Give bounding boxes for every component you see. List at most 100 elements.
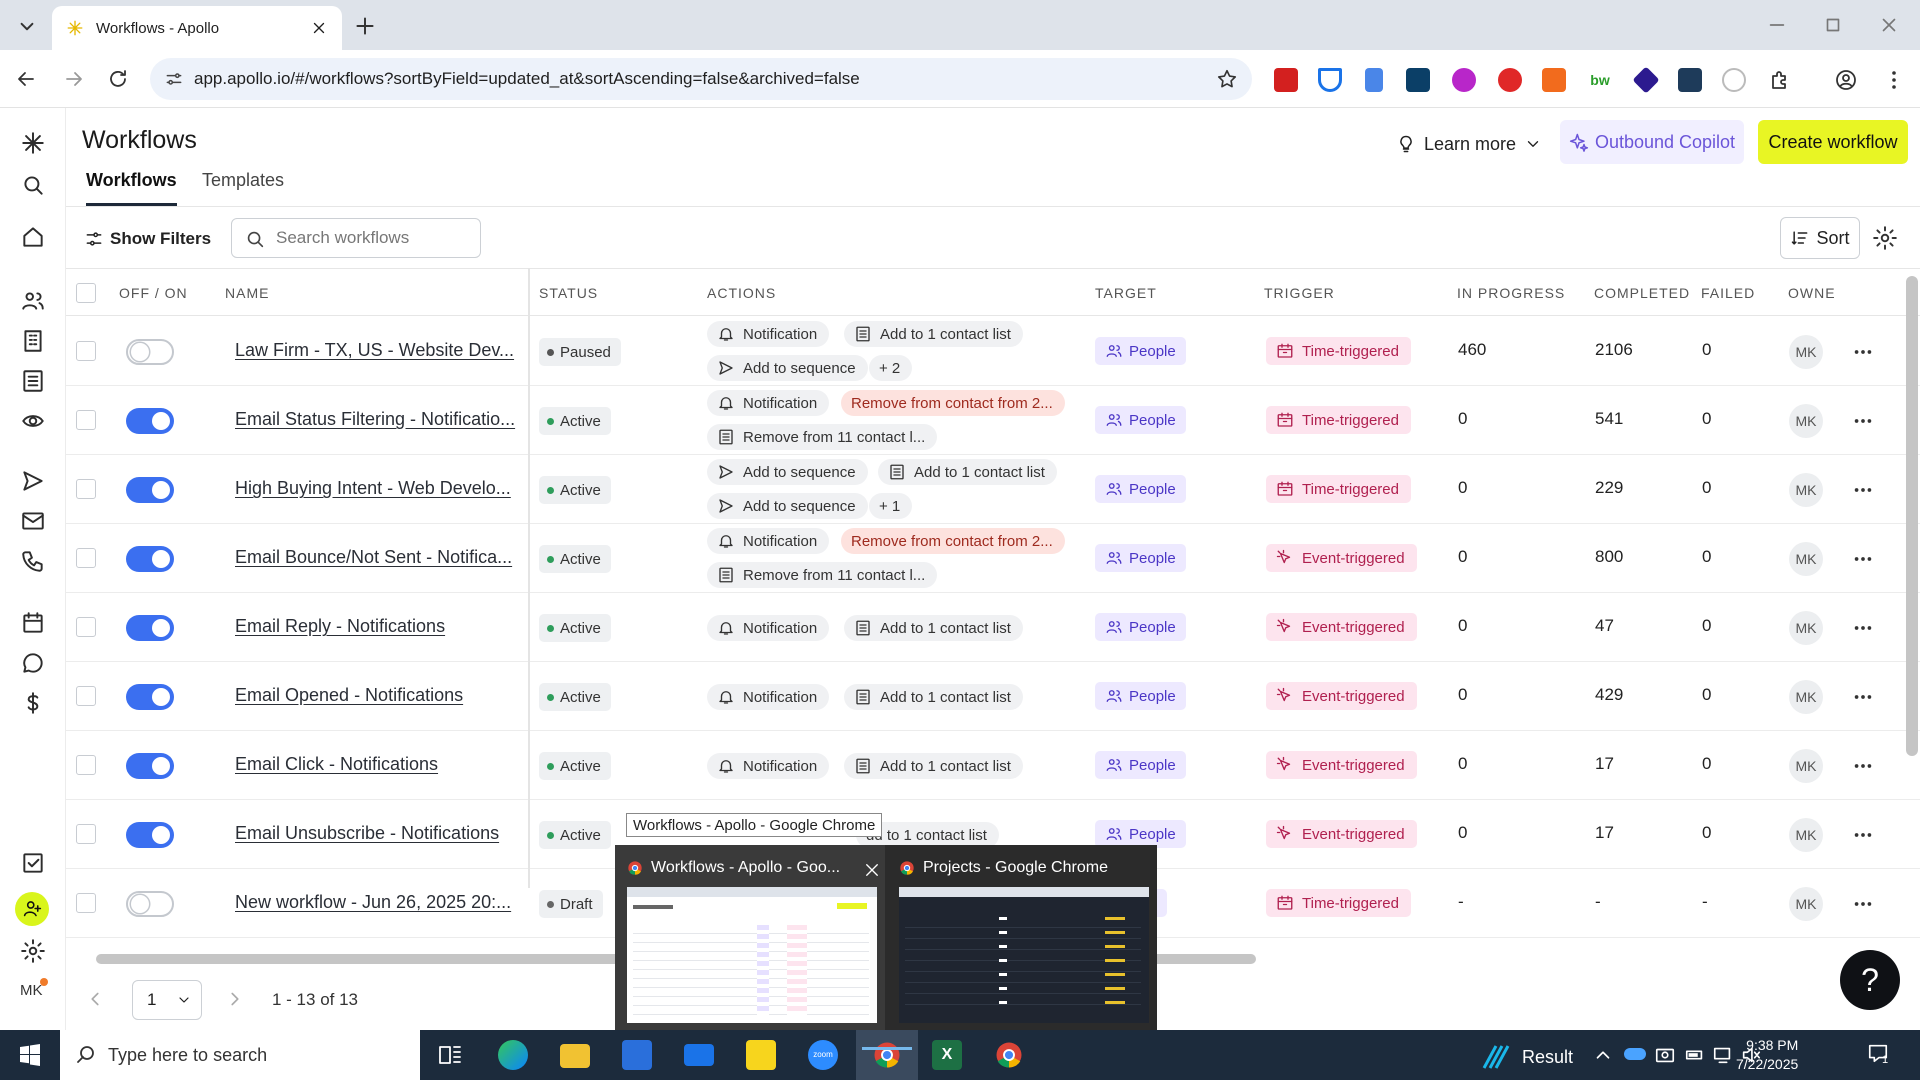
chrome-icon[interactable] <box>994 1040 1024 1070</box>
sort-button[interactable]: Sort <box>1780 217 1860 259</box>
more-options-icon[interactable] <box>1852 893 1874 915</box>
workflow-toggle[interactable] <box>126 615 174 641</box>
microsoft-store-icon[interactable] <box>622 1040 652 1070</box>
chevron-up-icon[interactable] <box>1592 1044 1614 1066</box>
table-row[interactable]: Email Opened - Notifications Active Notifi… <box>66 662 1920 731</box>
edge-icon[interactable] <box>498 1040 528 1070</box>
workflow-toggle[interactable] <box>126 684 174 710</box>
shield-extension-icon[interactable] <box>1318 68 1342 92</box>
bw-extension-icon[interactable]: bw <box>1588 68 1612 92</box>
row-checkbox[interactable] <box>76 548 96 568</box>
tab-workflows[interactable]: Workflows <box>86 170 177 206</box>
doc-extension-icon[interactable] <box>1365 68 1383 92</box>
email-icon[interactable] <box>20 508 46 534</box>
row-checkbox[interactable] <box>76 617 96 637</box>
workflow-name-link[interactable]: Email Opened - Notifications <box>235 685 463 706</box>
minimize-icon[interactable] <box>1766 14 1788 36</box>
workflow-name-link[interactable]: High Buying Intent - Web Develo... <box>235 478 511 499</box>
apollo-logo-icon[interactable] <box>20 130 46 156</box>
pdf-extension-icon[interactable] <box>1274 68 1298 92</box>
table-row[interactable]: Law Firm - TX, US - Website Dev... Paused… <box>66 317 1920 386</box>
more-options-icon[interactable] <box>1852 341 1874 363</box>
diamond-extension-icon[interactable] <box>1632 66 1660 94</box>
close-tab-icon[interactable] <box>310 19 328 37</box>
new-tab-icon[interactable] <box>352 13 378 39</box>
taskbar-search-input[interactable]: Type here to search <box>60 1030 420 1080</box>
clock[interactable]: 9:38 PM 7/22/2025 <box>1736 1036 1798 1074</box>
workflow-toggle[interactable] <box>126 891 174 917</box>
row-checkbox[interactable] <box>76 410 96 430</box>
back-icon[interactable] <box>14 67 38 91</box>
tasks-icon[interactable] <box>20 850 46 876</box>
pokeball-extension-icon[interactable] <box>1498 68 1522 92</box>
address-bar[interactable]: app.apollo.io/#/workflows?sortByField=up… <box>150 58 1252 100</box>
percent-extension-icon[interactable] <box>1542 68 1566 92</box>
circle-extension-icon[interactable] <box>1452 68 1476 92</box>
more-options-icon[interactable] <box>1852 824 1874 846</box>
sticky-notes-icon[interactable] <box>746 1040 776 1070</box>
forward-icon[interactable] <box>62 67 86 91</box>
create-workflow-button[interactable]: Create workflow <box>1758 120 1908 164</box>
file-explorer-icon[interactable] <box>560 1044 590 1068</box>
outbound-copilot-button[interactable]: Outbound Copilot <box>1560 120 1744 164</box>
grid-extension-icon[interactable] <box>1678 68 1702 92</box>
prev-page-icon[interactable] <box>84 988 106 1010</box>
data-enrichment-icon[interactable] <box>20 408 46 434</box>
people-icon[interactable] <box>20 288 46 314</box>
sequences-send-icon[interactable] <box>20 468 46 494</box>
col-status[interactable]: STATUS <box>539 285 598 301</box>
extensions-puzzle-icon[interactable] <box>1768 68 1792 92</box>
more-options-icon[interactable] <box>1852 479 1874 501</box>
reload-icon[interactable] <box>106 67 130 91</box>
workflow-name-link[interactable]: New workflow - Jun 26, 2025 20:... <box>235 892 511 913</box>
onedrive-icon[interactable] <box>1624 1048 1646 1060</box>
more-options-icon[interactable] <box>1852 617 1874 639</box>
row-checkbox[interactable] <box>76 824 96 844</box>
search-icon[interactable] <box>20 172 46 198</box>
calendar-icon[interactable] <box>20 610 46 636</box>
select-all-checkbox[interactable] <box>76 283 96 303</box>
preview-window-workflows[interactable]: Workflows - Apollo - Goo... <box>615 845 885 1030</box>
user-avatar[interactable]: MK <box>20 982 43 999</box>
col-name[interactable]: NAME <box>225 285 269 301</box>
workflow-toggle[interactable] <box>126 339 174 365</box>
windows-start-icon[interactable] <box>18 1043 42 1067</box>
tab-search-icon[interactable] <box>14 13 40 39</box>
tab-templates[interactable]: Templates <box>202 170 284 203</box>
workflow-name-link[interactable]: Email Status Filtering - Notificatio... <box>235 409 515 430</box>
workflow-toggle[interactable] <box>126 477 174 503</box>
folder-extension-icon[interactable] <box>1406 68 1430 92</box>
table-row[interactable]: Email Reply - Notifications Active Notific… <box>66 593 1920 662</box>
building-icon[interactable] <box>20 328 46 354</box>
profile-icon[interactable] <box>1834 68 1858 92</box>
zoom-icon[interactable]: zoom <box>808 1040 838 1070</box>
table-row[interactable]: Email Click - Notifications Active Notific… <box>66 731 1920 800</box>
workflow-name-link[interactable]: Email Unsubscribe - Notifications <box>235 823 499 844</box>
home-icon[interactable] <box>20 224 46 250</box>
bookmark-star-icon[interactable] <box>1216 68 1238 90</box>
workflow-name-link[interactable]: Law Firm - TX, US - Website Dev... <box>235 340 514 361</box>
conversations-icon[interactable] <box>20 650 46 676</box>
workflow-name-link[interactable]: Email Bounce/Not Sent - Notifica... <box>235 547 512 568</box>
row-checkbox[interactable] <box>76 341 96 361</box>
help-button[interactable]: ? <box>1840 950 1900 1010</box>
search-workflows-input[interactable]: Search workflows <box>231 218 481 258</box>
more-options-icon[interactable] <box>1852 410 1874 432</box>
page-select[interactable]: 1 <box>132 980 202 1020</box>
weather-widget[interactable]: Result <box>1480 1044 1573 1070</box>
more-options-icon[interactable] <box>1852 548 1874 570</box>
task-view-icon[interactable] <box>435 1040 465 1070</box>
learn-more-button[interactable]: Learn more <box>1396 125 1542 163</box>
vertical-scrollbar[interactable] <box>1906 276 1918 756</box>
add-user-button[interactable] <box>15 892 49 926</box>
workflow-toggle[interactable] <box>126 753 174 779</box>
workflow-toggle[interactable] <box>126 822 174 848</box>
list-icon[interactable] <box>20 368 46 394</box>
workflow-toggle[interactable] <box>126 408 174 434</box>
workflow-toggle[interactable] <box>126 546 174 572</box>
browser-tab[interactable]: Workflows - Apollo <box>52 6 342 50</box>
show-filters-button[interactable]: Show Filters <box>84 218 211 260</box>
table-settings-gear-icon[interactable] <box>1872 225 1898 251</box>
phone-icon[interactable] <box>20 548 46 574</box>
close-preview-icon[interactable] <box>863 861 881 879</box>
